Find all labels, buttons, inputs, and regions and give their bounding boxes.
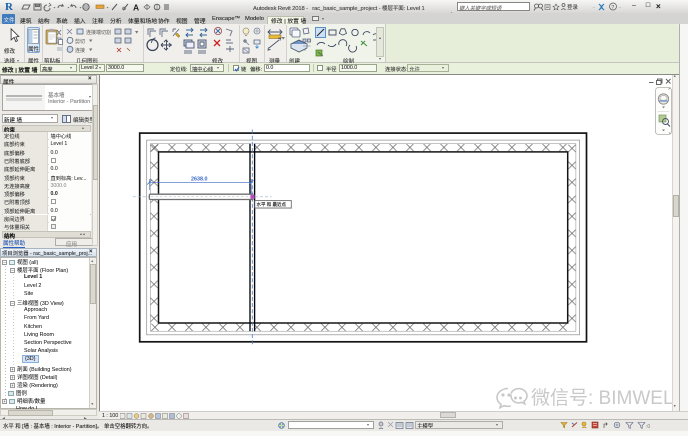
- svg-text:微信号: BIMWELL: 微信号: BIMWELL: [531, 387, 672, 409]
- svg-text:连接: 连接: [75, 47, 85, 54]
- svg-text:剪切: 剪切: [75, 38, 85, 45]
- svg-text:水平 和 最近点: 水平 和 最近点: [257, 200, 287, 207]
- svg-text:?: ?: [611, 5, 614, 11]
- svg-text::0: :0: [646, 424, 650, 430]
- svg-text:·: ·: [619, 5, 621, 11]
- svg-text:A: A: [133, 3, 139, 13]
- svg-text:2638.0: 2638.0: [191, 176, 208, 182]
- svg-text:·: ·: [593, 5, 595, 11]
- svg-text:连接端切割: 连接端切割: [86, 29, 111, 36]
- svg-text:登录: 登录: [567, 3, 579, 11]
